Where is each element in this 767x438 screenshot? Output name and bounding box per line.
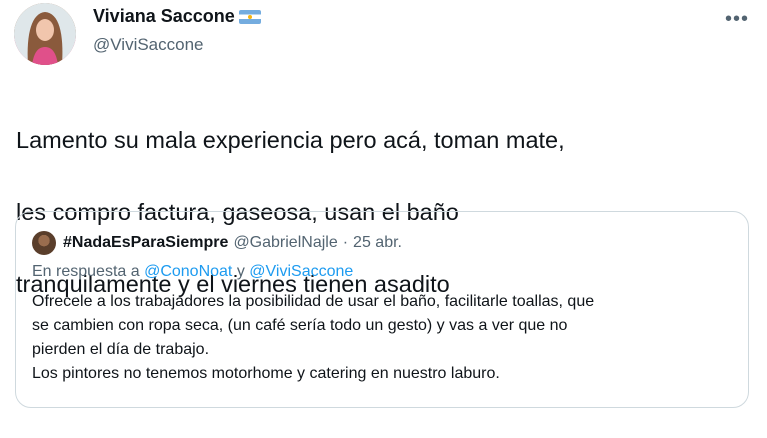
author-handle[interactable]: @ViviSaccone [93,35,204,55]
reply-connector: y [236,263,245,280]
quoted-tweet-header: #NadaEsParaSiempre @GabrielNajle · 25 ab… [32,231,402,255]
quoted-author-handle[interactable]: @GabrielNajle [233,234,337,252]
tweet-text-line: Lamento su mala experiencia pero acá, to… [16,127,565,153]
reply-context: En respuesta a @ConoNoat y @ViviSaccone [32,263,353,281]
quoted-text-line: pierden el día de trabajo. [32,341,210,358]
quoted-tweet-card[interactable]: #NadaEsParaSiempre @GabrielNajle · 25 ab… [15,211,749,408]
separator-dot: · [342,234,349,251]
quoted-text-line: Los pintores no tenemos motorhome y cate… [32,365,500,382]
quoted-author-name[interactable]: #NadaEsParaSiempre [63,234,228,252]
reply-mention-link[interactable]: @ViviSaccone [249,263,353,280]
author-avatar[interactable] [14,3,76,65]
quoted-author-avatar[interactable] [32,231,56,255]
quoted-text-line: Ofrecele a los trabajadores la posibilid… [32,293,595,310]
quoted-tweet-date[interactable]: 25 abr. [353,234,402,252]
reply-mention-link[interactable]: @ConoNoat [144,263,232,280]
quoted-text-line: se cambien con ropa seca, (un café sería… [32,317,568,334]
author-name-row: Viviana Saccone [93,6,261,27]
argentina-flag-icon [238,9,261,24]
more-options-icon[interactable]: ••• [725,8,749,31]
quoted-tweet-text: Ofrecele a los trabajadores la posibilid… [32,290,732,386]
reply-prefix: En respuesta a [32,263,140,280]
author-display-name[interactable]: Viviana Saccone [93,6,235,27]
